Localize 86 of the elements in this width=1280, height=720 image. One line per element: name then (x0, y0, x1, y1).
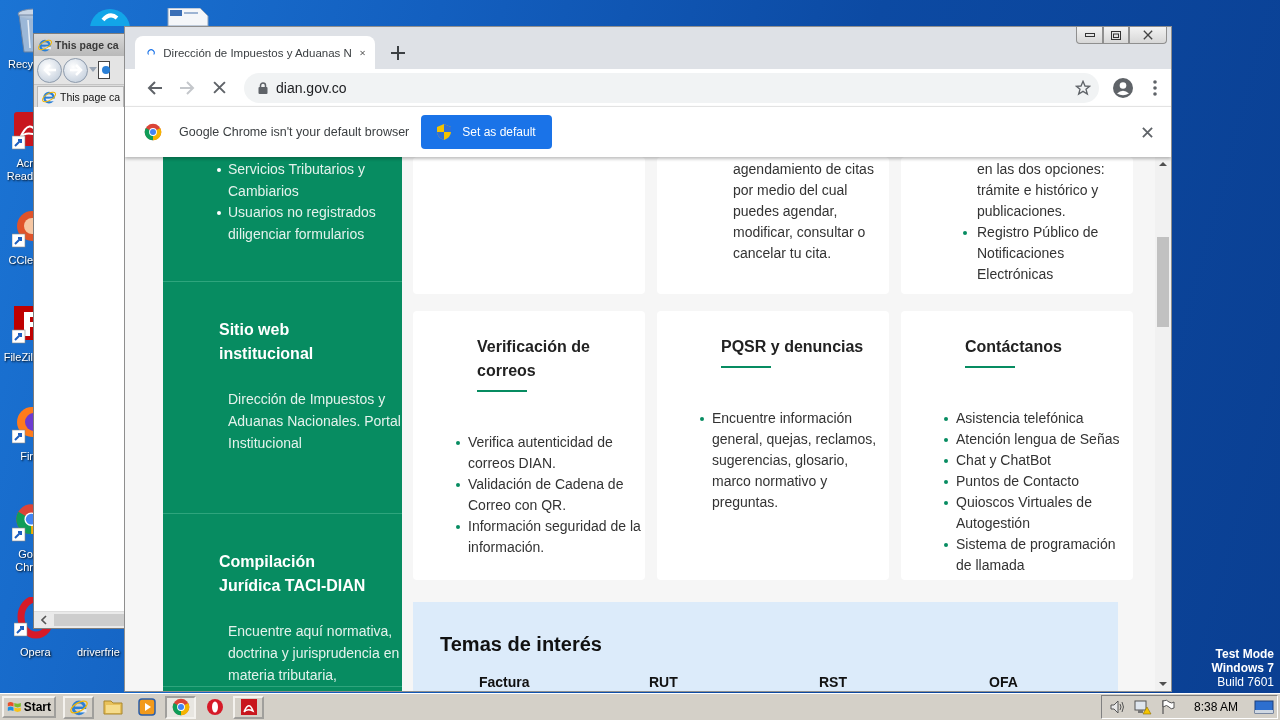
panel-title: Temas de interés (440, 632, 603, 657)
os-notice: Build 7601 (1217, 675, 1274, 689)
media-player-icon (137, 698, 156, 716)
page-icon[interactable] (98, 61, 110, 79)
scrollbar[interactable] (34, 611, 124, 628)
plus-icon (391, 45, 405, 60)
list-item: Chat y ChatBot (944, 450, 1133, 471)
icon-label: CCle (8, 254, 33, 267)
ftp-app-icon[interactable] (12, 304, 33, 344)
section-title[interactable]: Compilación Jurídica TACI-DIAN (219, 550, 369, 598)
topic-link[interactable]: OFA (989, 674, 1018, 690)
browser-tab[interactable]: This page ca (37, 86, 124, 107)
topic-link[interactable]: RUT (649, 674, 678, 690)
menu-icon (1153, 79, 1157, 96)
windows-logo-icon (7, 699, 22, 715)
card-text: agendamiento de citas por medio del cual puedes agendar, modificar, consultar o cancelar tu cita. (733, 160, 875, 263)
scroll-left-icon[interactable] (41, 615, 47, 625)
folder-icon (102, 698, 123, 716)
close-button[interactable] (1129, 27, 1167, 44)
icon-label: Recy (7, 58, 33, 71)
browser-tab[interactable]: Dirección de Impuestos y Aduanas N (135, 36, 375, 69)
list-item: Sistema de programación de llamada (944, 534, 1133, 576)
document-icon[interactable] (164, 8, 210, 26)
icon-label: Acr (16, 157, 33, 170)
section-title[interactable]: Sitio web institucional (219, 318, 369, 366)
minimize-button[interactable] (1076, 27, 1103, 44)
section-description: Encuentre aquí normativa, doctrina y jurisprudencia en materia tributaria, (228, 622, 401, 685)
start-button[interactable]: Start (2, 696, 56, 718)
opera-icon (205, 698, 224, 716)
icon-label: FileZil (3, 351, 33, 364)
lock-icon (258, 81, 268, 94)
list-item: Encuentre información general, quejas, reclamos, sugerencias, glosario, marco normativo y preguntas. (700, 408, 889, 513)
card-title[interactable]: Contáctanos (965, 335, 1120, 359)
os-notice: Windows 7 (1211, 661, 1274, 675)
card-title[interactable]: Verificación de correos (477, 335, 632, 383)
chrome-logo-icon (144, 123, 162, 141)
chrome-icon (171, 698, 190, 716)
restore-icon (1111, 30, 1121, 40)
pdf-app-icon[interactable] (12, 110, 33, 150)
tab-title: Dirección de Impuestos y Aduanas N (163, 46, 352, 59)
close-icon[interactable] (1142, 126, 1153, 138)
list-item: Validación de Cadena de Correo con QR. (456, 474, 645, 516)
list-item: Puntos de Contacto (944, 471, 1133, 492)
bookmark-star-icon[interactable] (1075, 79, 1091, 96)
pdf-icon (239, 698, 258, 716)
os-notice: Test Mode (1215, 647, 1274, 661)
icon-label: Go (18, 548, 33, 561)
window-title: This page ca (55, 39, 119, 51)
topic-link[interactable]: RST (819, 674, 847, 690)
scroll-thumb[interactable] (1157, 237, 1169, 327)
address-bar[interactable]: dian.gov.co (244, 72, 1099, 103)
list-item: Verifica autenticidad de correos DIAN. (456, 432, 645, 474)
list-item: Atención lengua de Señas (944, 429, 1133, 450)
close-icon[interactable] (1143, 30, 1153, 40)
topic-link[interactable]: Factura (479, 674, 530, 690)
sidebar-item[interactable]: Servicios Tributarios y Cambiarios (217, 159, 402, 202)
icon-label: Read (6, 170, 33, 183)
sidebar-item[interactable]: Usuarios no registrados diligenciar formularios (217, 202, 402, 245)
speaker-icon[interactable] (1109, 699, 1126, 715)
icon-label: Chr (15, 561, 33, 574)
minimize-icon (1084, 33, 1095, 37)
forward-icon (68, 64, 83, 76)
scrollbar[interactable] (1155, 157, 1171, 691)
profile-icon (1113, 77, 1133, 98)
list-item: Asistencia telefónica (944, 408, 1133, 429)
show-desktop-icon[interactable] (1254, 699, 1274, 715)
back-icon (147, 80, 163, 95)
browser-icon (37, 37, 53, 53)
list-item: en las dos opciones: trámite e histórico y publicaciones. (976, 160, 1106, 221)
shield-icon (437, 124, 452, 140)
list-item: Registro Público de Notificaciones Electrónicas (963, 222, 1133, 285)
icon-label: driverfrie (77, 646, 120, 659)
card-title[interactable]: PQSR y denuncias (721, 335, 876, 359)
set-default-button[interactable]: Set as default (421, 115, 552, 149)
section-description: Dirección de Impuestos y Aduanas Nacionales. Portal Institucional (228, 390, 402, 453)
icon-label: Fir (20, 450, 33, 463)
flag-icon[interactable] (1159, 699, 1176, 715)
back-icon (42, 64, 57, 76)
infobar-message: Google Chrome isn't your default browser (179, 125, 410, 139)
list-item: Información seguridad de la información. (456, 516, 645, 558)
browser-icon (41, 89, 57, 105)
icon-label: Opera (20, 646, 51, 659)
restore-button[interactable] (1103, 27, 1129, 44)
clock[interactable]: 8:38 AM (1193, 700, 1238, 714)
list-item: Quioscos Virtuales de Autogestión (944, 492, 1133, 534)
network-warning-icon[interactable] (1133, 699, 1152, 715)
